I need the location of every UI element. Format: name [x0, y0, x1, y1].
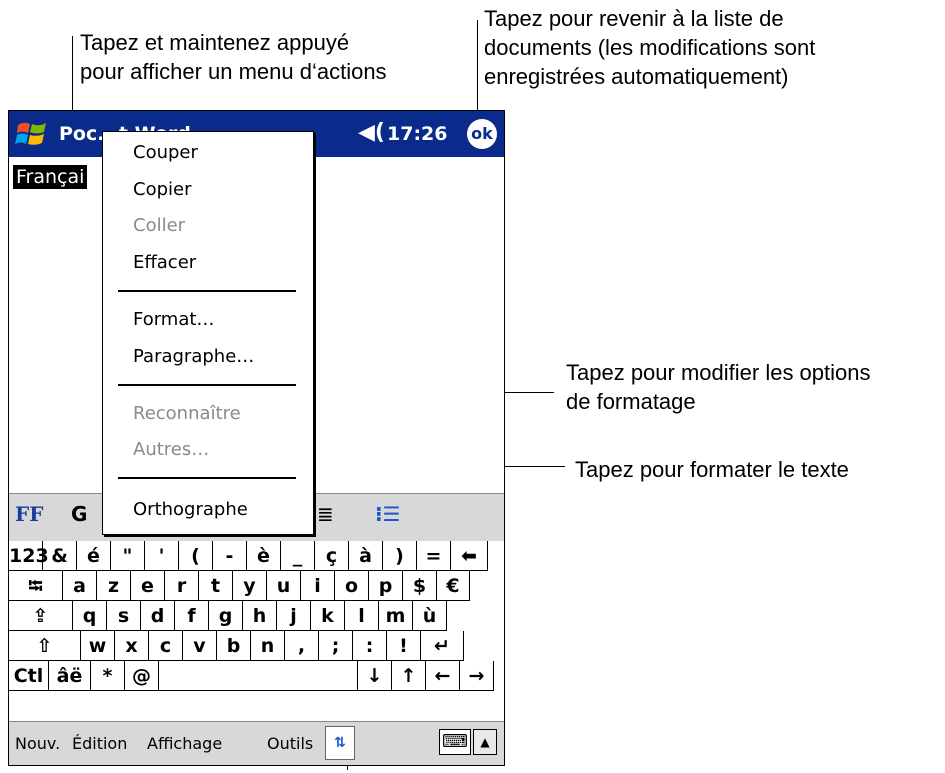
- menu-nouveau[interactable]: Nouv.: [15, 734, 60, 753]
- key[interactable]: ;: [319, 631, 353, 661]
- key[interactable]: 123: [9, 541, 49, 571]
- key[interactable]: c: [149, 631, 183, 661]
- input-menu-arrow-icon[interactable]: ▲: [473, 729, 497, 755]
- key[interactable]: i: [301, 571, 335, 601]
- speaker-icon[interactable]: ◀​(: [358, 120, 385, 145]
- key[interactable]: €: [437, 571, 470, 601]
- key[interactable]: =: [417, 541, 451, 571]
- pocket-pc-screen: Poc...t Word ◀​( 17:26 ok Françai Couper…: [8, 110, 505, 766]
- key[interactable]: ↑: [392, 661, 426, 691]
- soft-keyboard: 123 & é " '(- è _ ç à) = ⬅ ⭾ a z e r t y u i o p $ € ⇪ q s d f g h j k l m…: [9, 541, 504, 721]
- menu-affichage[interactable]: Affichage: [147, 734, 222, 753]
- ok-hint-leader: [477, 20, 478, 120]
- key[interactable]: à: [349, 541, 383, 571]
- key[interactable]: s: [107, 601, 141, 631]
- align-right-icon[interactable]: ≣: [317, 502, 334, 526]
- menu-item-format[interactable]: Format…: [133, 309, 214, 330]
- key[interactable]: x: [115, 631, 149, 661]
- key[interactable]: n: [251, 631, 285, 661]
- menu-item-couper[interactable]: Couper: [133, 142, 198, 163]
- key[interactable]: o: [335, 571, 369, 601]
- key[interactable]: ç: [315, 541, 349, 571]
- space-key[interactable]: [159, 661, 358, 691]
- key[interactable]: e: [131, 571, 165, 601]
- key[interactable]: :: [353, 631, 387, 661]
- menu-item-reconnaitre[interactable]: Reconnaître: [133, 403, 241, 424]
- key[interactable]: (: [179, 541, 213, 571]
- key[interactable]: ,: [285, 631, 319, 661]
- bold-button[interactable]: G: [71, 502, 87, 526]
- key[interactable]: ⭾: [9, 571, 63, 601]
- key[interactable]: ': [145, 541, 179, 571]
- key[interactable]: g: [209, 601, 243, 631]
- menu-outils[interactable]: Outils: [267, 734, 313, 753]
- menu-hint-text: Tapez et maintenez appuyé pour afficher u…: [80, 30, 387, 84]
- selected-document-text[interactable]: Françai: [13, 165, 88, 189]
- format-options-hint-text: Tapez pour modifier les options de format…: [566, 360, 871, 414]
- key[interactable]: -: [213, 541, 247, 571]
- menu-item-orthographe[interactable]: Orthographe: [133, 499, 248, 520]
- start-menu-icon[interactable]: [15, 119, 49, 149]
- key[interactable]: Ctl: [9, 661, 49, 691]
- menu-item-copier[interactable]: Copier: [133, 179, 191, 200]
- key[interactable]: *: [91, 661, 125, 691]
- key[interactable]: m: [379, 601, 413, 631]
- ok-hint-text: Tapez pour revenir à la liste de document…: [484, 6, 816, 89]
- menu-item-coller[interactable]: Coller: [133, 215, 185, 236]
- key[interactable]: ↓: [358, 661, 392, 691]
- key[interactable]: ↵: [421, 631, 464, 661]
- key[interactable]: v: [183, 631, 217, 661]
- key[interactable]: _: [281, 541, 315, 571]
- key[interactable]: ": [111, 541, 145, 571]
- key[interactable]: ù: [413, 601, 447, 631]
- key[interactable]: q: [73, 601, 107, 631]
- key[interactable]: h: [243, 601, 277, 631]
- menu-item-autres[interactable]: Autres…: [133, 439, 209, 460]
- key[interactable]: è: [247, 541, 281, 571]
- key[interactable]: b: [217, 631, 251, 661]
- font-format-icon[interactable]: FF: [15, 502, 43, 526]
- keyboard-icon[interactable]: ⌨: [439, 729, 471, 755]
- key[interactable]: &: [43, 541, 77, 571]
- key[interactable]: é: [77, 541, 111, 571]
- key[interactable]: p: [369, 571, 403, 601]
- menu-bar: Nouv. Édition Affichage Outils ⇅ ⌨ ▲: [9, 721, 504, 765]
- key[interactable]: ⬅: [451, 541, 488, 571]
- key[interactable]: z: [97, 571, 131, 601]
- key[interactable]: j: [277, 601, 311, 631]
- menu-item-effacer[interactable]: Effacer: [133, 252, 196, 273]
- key[interactable]: w: [81, 631, 115, 661]
- menu-separator: [118, 477, 296, 479]
- key[interactable]: a: [63, 571, 97, 601]
- key[interactable]: @: [125, 661, 159, 691]
- key[interactable]: y: [233, 571, 267, 601]
- key[interactable]: âë: [49, 661, 91, 691]
- key[interactable]: u: [267, 571, 301, 601]
- menu-separator: [118, 384, 296, 386]
- menu-separator: [118, 290, 296, 292]
- ok-button[interactable]: ok: [467, 119, 497, 149]
- format-text-hint-text: Tapez pour formater le texte: [575, 457, 849, 482]
- key[interactable]: t: [199, 571, 233, 601]
- sync-arrows-icon[interactable]: ⇅: [325, 726, 355, 760]
- key[interactable]: ←: [426, 661, 460, 691]
- key[interactable]: !: [387, 631, 421, 661]
- key[interactable]: ): [383, 541, 417, 571]
- key[interactable]: ⇪: [9, 601, 73, 631]
- key[interactable]: l: [345, 601, 379, 631]
- bullets-icon[interactable]: ⁝☰: [375, 502, 401, 526]
- context-menu: Couper Copier Coller Effacer Format… Par…: [102, 131, 314, 535]
- key[interactable]: ⇧: [9, 631, 81, 661]
- menu-edition[interactable]: Édition: [72, 734, 127, 753]
- key[interactable]: $: [403, 571, 437, 601]
- key[interactable]: k: [311, 601, 345, 631]
- key[interactable]: d: [141, 601, 175, 631]
- key[interactable]: f: [175, 601, 209, 631]
- key[interactable]: r: [165, 571, 199, 601]
- clock[interactable]: 17:26: [387, 123, 447, 145]
- menu-item-paragraphe[interactable]: Paragraphe…: [133, 346, 254, 367]
- key[interactable]: →: [460, 661, 494, 691]
